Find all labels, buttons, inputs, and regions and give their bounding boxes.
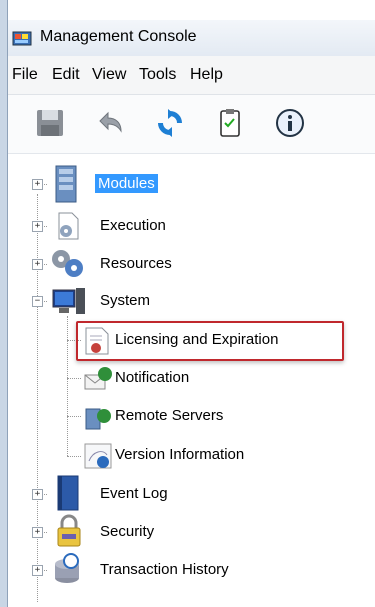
app-icon — [12, 31, 32, 46]
computer-icon — [52, 288, 85, 314]
tree-connector — [67, 378, 81, 379]
padlock-icon — [57, 514, 81, 547]
toolbar — [8, 95, 375, 154]
tree-item-version-information[interactable]: Version Information — [115, 446, 244, 463]
tree-item-resources[interactable]: Resources — [100, 255, 172, 272]
refresh-icon[interactable] — [154, 107, 186, 139]
tree-item-transaction-history[interactable]: Transaction History — [100, 561, 229, 578]
server-globe-icon — [85, 408, 111, 430]
tree-item-modules[interactable]: Modules — [95, 174, 158, 193]
expand-icon[interactable]: + — [32, 565, 43, 576]
tree-connector — [37, 194, 38, 602]
envelope-globe-icon — [84, 367, 112, 390]
tree-connector — [67, 456, 81, 457]
menu-bar: File Edit View Tools Help — [8, 56, 375, 95]
clipboard-icon[interactable] — [214, 107, 246, 139]
menu-tools[interactable]: Tools — [139, 66, 176, 84]
server-icon — [55, 165, 77, 203]
expand-icon[interactable]: + — [32, 259, 43, 270]
collapse-icon[interactable]: − — [32, 296, 43, 307]
expand-icon[interactable]: + — [32, 489, 43, 500]
expand-icon[interactable]: + — [32, 527, 43, 538]
highlight-box — [76, 321, 344, 361]
menu-help[interactable]: Help — [190, 66, 223, 84]
tree-item-execution[interactable]: Execution — [100, 217, 166, 234]
window-left-border — [0, 0, 8, 607]
tree-item-system[interactable]: System — [100, 292, 150, 309]
tree-item-remote-servers[interactable]: Remote Servers — [115, 407, 223, 424]
tree-item-security[interactable]: Security — [100, 523, 154, 540]
navigation-tree: + Modules + Execution + Resources − Syst… — [8, 154, 375, 607]
expand-icon[interactable]: + — [32, 221, 43, 232]
tree-item-notification[interactable]: Notification — [115, 369, 189, 386]
menu-file[interactable]: File — [12, 66, 38, 84]
menu-view[interactable]: View — [92, 66, 126, 84]
gears-icon — [52, 250, 83, 277]
expand-icon[interactable]: + — [32, 179, 43, 190]
gear-document-icon — [58, 212, 79, 240]
undo-icon[interactable] — [94, 107, 126, 139]
version-info-icon — [84, 443, 112, 469]
info-icon[interactable] — [274, 107, 306, 139]
tree-connector — [67, 416, 81, 417]
tree-connector — [67, 316, 68, 456]
book-icon — [57, 475, 79, 511]
window-title: Management Console — [40, 28, 197, 45]
save-icon[interactable] — [34, 107, 66, 139]
tree-item-event-log[interactable]: Event Log — [100, 485, 168, 502]
menu-edit[interactable]: Edit — [52, 66, 80, 84]
title-bar[interactable]: Management Console — [8, 20, 375, 56]
history-icon — [55, 553, 79, 583]
